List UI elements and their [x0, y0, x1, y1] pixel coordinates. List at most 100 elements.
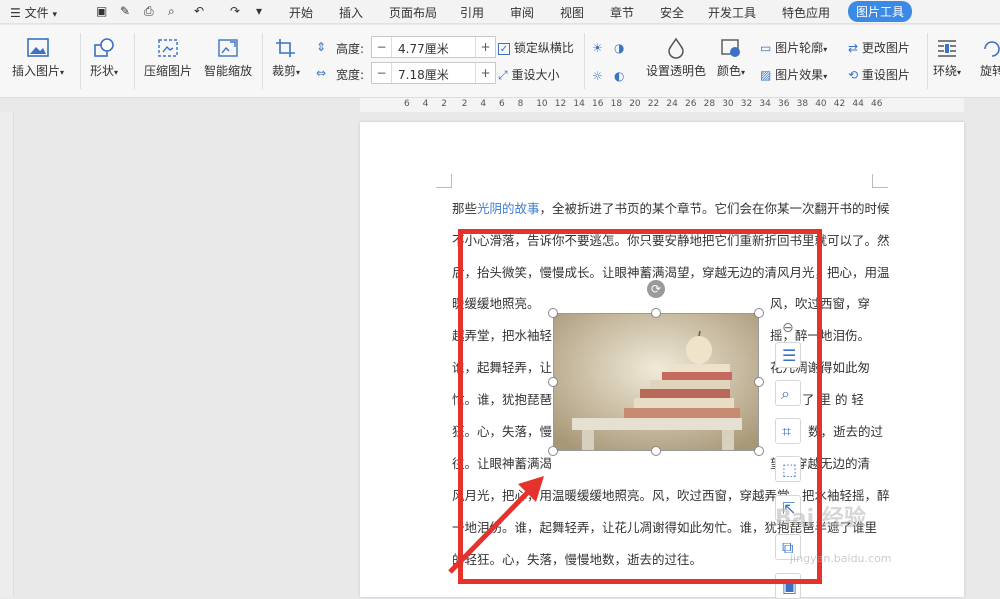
color-button[interactable]: 颜色▾: [717, 37, 745, 79]
lock-ratio-checkbox[interactable]: ✓ 锁定纵横比: [498, 39, 574, 56]
tab-review[interactable]: 审阅: [510, 4, 534, 21]
contrast-up-icon[interactable]: ◑: [614, 41, 624, 55]
vertical-ruler[interactable]: [0, 112, 14, 597]
height-field[interactable]: − 4.77厘米 +: [371, 36, 496, 58]
compress-picture-button[interactable]: 压缩图片: [144, 37, 192, 79]
ruler-tick-label: 6: [404, 99, 410, 109]
ruler-tick-label: 36: [778, 99, 790, 109]
watermark: Bai 经验: [775, 506, 866, 531]
height-increment-button[interactable]: +: [475, 37, 495, 57]
menu-icon: ☰: [10, 6, 21, 20]
separator: [927, 33, 928, 89]
tab-developer[interactable]: 开发工具: [708, 4, 756, 21]
outline-icon: ▭: [760, 41, 772, 55]
height-decrement-button[interactable]: −: [372, 37, 392, 57]
format-painter-icon[interactable]: ✎: [120, 4, 130, 18]
tab-special[interactable]: 特色应用: [782, 4, 830, 21]
tab-page-layout[interactable]: 页面布局: [389, 4, 437, 21]
ruler-tick-label: 24: [666, 99, 678, 109]
contrast-down-icon[interactable]: ◐: [614, 69, 624, 83]
rotate-button[interactable]: 旋转: [980, 37, 1000, 79]
change-picture-button[interactable]: ⇄ 更改图片: [848, 39, 910, 56]
wrap-button[interactable]: 环绕▾: [933, 37, 961, 79]
margin-mark: [436, 174, 452, 188]
height-label: 高度:: [336, 42, 365, 56]
tab-chapter[interactable]: 章节: [610, 4, 634, 21]
drop-icon: [668, 37, 684, 59]
ruler-tick-label: 32: [740, 99, 753, 109]
picture-outline-button[interactable]: ▭ 图片轮廓▾: [760, 39, 827, 56]
horizontal-ruler[interactable]: 6 4 2 2 4 6 8 10 12 14 16 18 20 22 24 26 28 30 32 34 36 38 40 4…: [360, 98, 964, 112]
chevron-down-icon[interactable]: ▾: [256, 4, 262, 18]
wrap-icon: [938, 40, 957, 57]
tab-start[interactable]: 开始: [289, 4, 313, 21]
arrow-annotation: [448, 476, 544, 574]
separator: [134, 33, 135, 89]
crop-icon: [276, 39, 296, 57]
file-menu[interactable]: ☰ 文件 ▾: [10, 4, 57, 21]
ruler-tick-label: 14: [573, 99, 585, 109]
smart-zoom-button[interactable]: 智能缩放: [204, 37, 252, 79]
margin-mark: [872, 174, 888, 188]
brightness-up-icon[interactable]: ☀: [592, 41, 603, 55]
tab-references[interactable]: 引用: [460, 4, 484, 21]
reset-picture-icon: ⟲: [848, 68, 859, 82]
separator: [80, 33, 81, 89]
smart-zoom-icon: [218, 39, 238, 57]
ribbon: 插入图片▾ 形状▾ 压缩图片 智能缩放 裁剪▾ ⇕ 高度: − 4.77厘米 +…: [0, 25, 1000, 98]
paragraph-line: 那些光阴的故事，全被折进了书页的某个章节。它们会在你某一次翻开书的时候: [452, 201, 890, 216]
shape-icon: [94, 38, 114, 57]
ruler-tick-label: 20: [629, 99, 641, 109]
tab-picture-tools[interactable]: 图片工具: [848, 1, 913, 22]
width-label: 宽度:: [336, 68, 365, 82]
reset-picture-button[interactable]: ⟲ 重设图片: [848, 66, 910, 83]
watermark-url: jingyan.baidu.com: [790, 552, 892, 565]
transparent-color-button[interactable]: 设置透明色: [646, 37, 706, 79]
ruler-tick-label: 2: [441, 99, 447, 109]
compress-icon: [158, 39, 178, 57]
ruler-tick-label: 40: [815, 99, 827, 109]
height-icon: ⇕: [316, 40, 327, 54]
insert-picture-button[interactable]: 插入图片▾: [12, 37, 64, 79]
effect-icon: ▨: [760, 68, 772, 82]
ruler-tick-label: 28: [703, 99, 716, 109]
width-increment-button[interactable]: +: [475, 63, 495, 83]
tab-insert[interactable]: 插入: [339, 4, 363, 21]
separator: [584, 33, 585, 89]
tab-security[interactable]: 安全: [660, 4, 684, 21]
ruler-tick-label: 16: [592, 99, 604, 109]
ruler-tick-label: 44: [852, 99, 864, 109]
ruler-tick-label: 34: [759, 99, 771, 109]
ruler-tick-label: 30: [722, 99, 734, 109]
crop-button[interactable]: 裁剪▾: [272, 37, 300, 79]
print-icon[interactable]: ⎙: [144, 4, 154, 19]
link-text[interactable]: 光阴的故事: [477, 201, 540, 216]
ruler-tick-label: 18: [610, 99, 623, 109]
shape-button[interactable]: 形状▾: [90, 37, 118, 79]
color-icon: [721, 39, 741, 57]
ruler-tick-label: 8: [517, 99, 524, 109]
picture-effect-button[interactable]: ▨ 图片效果▾: [760, 66, 827, 83]
ruler-tick-label: 46: [871, 99, 883, 109]
save-icon[interactable]: ▣: [96, 4, 107, 18]
preview-icon[interactable]: ⌕: [168, 4, 175, 19]
picture-icon: [27, 38, 49, 57]
ruler-tick-label: 4: [480, 99, 487, 109]
redo-icon[interactable]: ↷: [230, 4, 240, 18]
ruler-tick-label: 4: [422, 99, 429, 109]
title-bar: ☰ 文件 ▾ ▣ ✎ ⎙ ⌕ ↶ ↷ ▾ 开始 插入 页面布局 引用 审阅 视图…: [0, 0, 1000, 24]
tab-view[interactable]: 视图: [560, 4, 584, 21]
change-picture-icon: ⇄: [848, 41, 859, 55]
ruler-tick-label: 12: [554, 99, 567, 109]
reset-size-button[interactable]: ⤢ 重设大小: [498, 66, 559, 83]
chevron-down-icon: ▾: [52, 10, 57, 20]
undo-icon[interactable]: ↶: [194, 4, 204, 18]
brightness-down-icon[interactable]: ☼: [592, 69, 603, 83]
ruler-tick-label: 26: [685, 99, 697, 109]
width-icon: ⇔: [316, 66, 327, 80]
width-field[interactable]: − 7.18厘米 +: [371, 62, 496, 84]
rotate-icon: [984, 41, 1000, 57]
ruler-tick-label: 6: [499, 99, 505, 109]
width-decrement-button[interactable]: −: [372, 63, 392, 83]
ruler-tick-label: 10: [536, 99, 548, 109]
